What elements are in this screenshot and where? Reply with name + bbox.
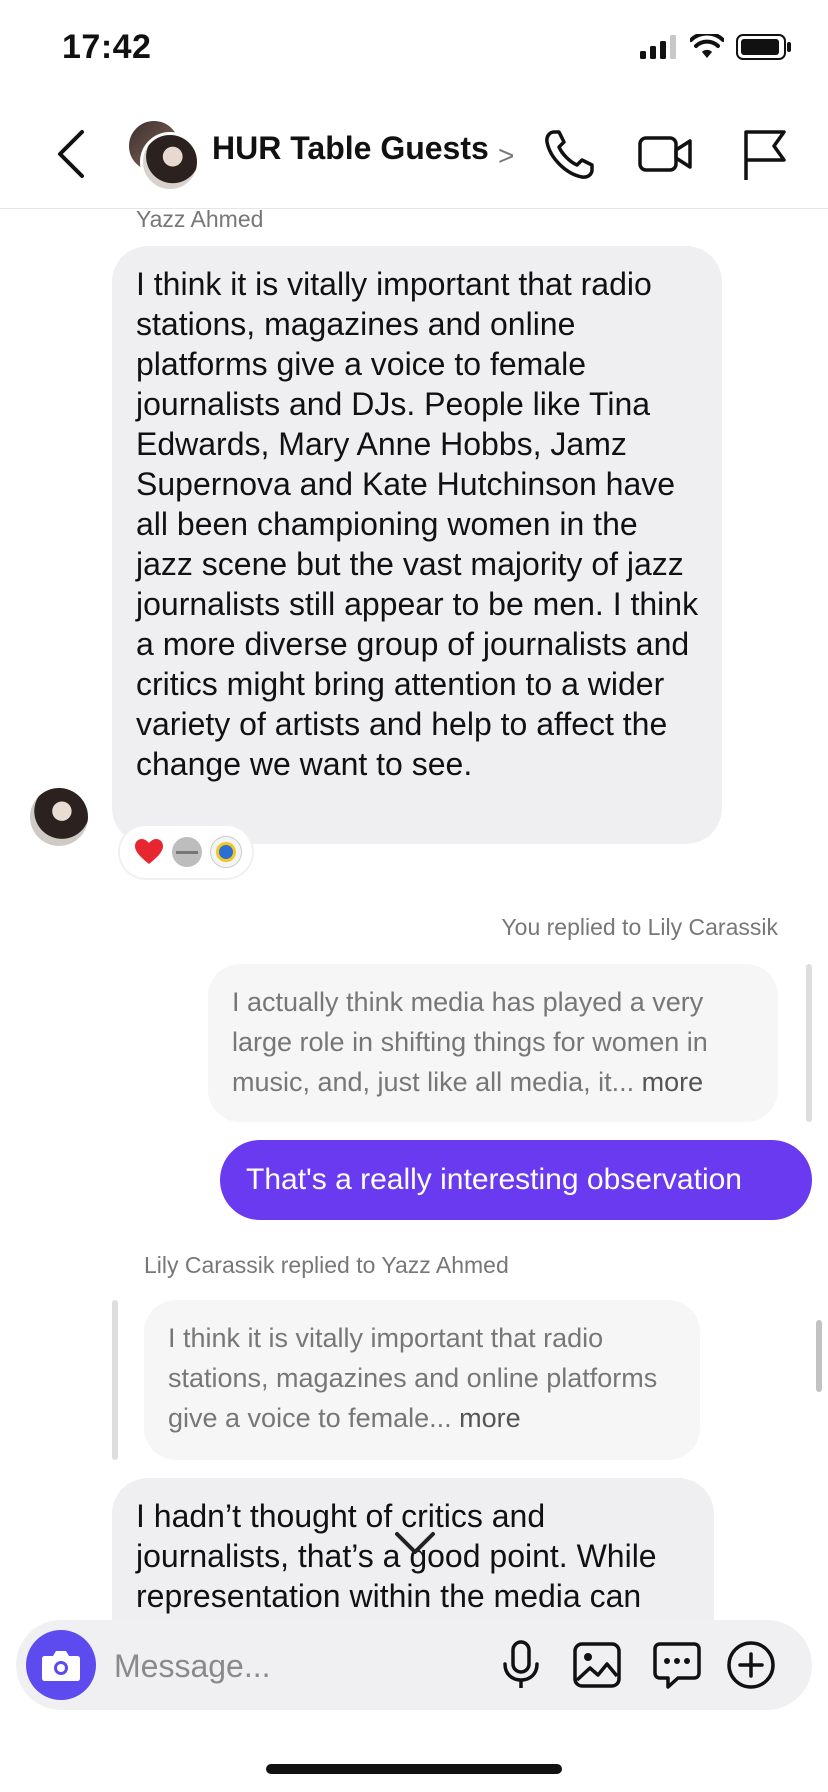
chat-header: HUR Table Guests >	[0, 100, 828, 209]
video-icon[interactable]	[636, 124, 696, 184]
message-composer	[16, 1620, 812, 1710]
logo-badge-reaction-icon	[210, 836, 242, 868]
title-chevron-icon[interactable]: >	[498, 140, 514, 172]
battery-icon	[736, 34, 791, 60]
home-indicator[interactable]	[266, 1764, 562, 1774]
more-link[interactable]: more	[459, 1403, 521, 1433]
quoted-message[interactable]: I actually think media has played a very…	[208, 964, 778, 1122]
signal-icon	[640, 35, 676, 59]
phone-icon[interactable]	[540, 124, 600, 184]
message-input[interactable]	[112, 1642, 456, 1690]
status-time: 17:42	[62, 28, 152, 66]
microphone-icon[interactable]	[494, 1638, 548, 1692]
more-link[interactable]: more	[642, 1067, 704, 1097]
gallery-icon[interactable]	[570, 1638, 624, 1692]
flag-icon[interactable]	[734, 124, 794, 184]
group-title[interactable]: HUR Table Guests	[212, 130, 489, 167]
incoming-message-bubble[interactable]: I think it is vitally important that rad…	[112, 246, 722, 844]
sender-name: Yazz Ahmed	[136, 206, 264, 232]
back-chevron-icon[interactable]	[52, 128, 92, 180]
wifi-icon	[690, 34, 724, 58]
avatar-2	[140, 132, 200, 192]
quoted-text: I actually think media has played a very…	[232, 987, 708, 1097]
plus-icon[interactable]	[724, 1638, 778, 1692]
camera-button[interactable]	[26, 1630, 96, 1700]
quoted-message[interactable]: I think it is vitally important that rad…	[144, 1300, 700, 1460]
avatar[interactable]	[30, 788, 88, 846]
heart-reaction-icon	[134, 837, 164, 867]
chat-bubble-icon[interactable]	[650, 1638, 704, 1692]
outgoing-message-bubble[interactable]: That's a really interesting observation	[220, 1140, 812, 1220]
quoted-text: I think it is vitally important that rad…	[168, 1323, 658, 1433]
reply-context-label: You replied to Lily Carassik	[501, 914, 778, 940]
quote-bar	[112, 1300, 118, 1460]
chevron-down-icon	[395, 1532, 435, 1554]
status-icons	[640, 34, 792, 60]
group-avatar[interactable]	[126, 118, 200, 192]
quote-bar	[806, 964, 812, 1122]
reply-context-label: Lily Carassik replied to Yazz Ahmed	[144, 1252, 509, 1278]
gray-disc-reaction-icon	[172, 837, 202, 867]
camera-icon	[42, 1651, 80, 1681]
scrollbar[interactable]	[816, 1320, 822, 1392]
scroll-to-bottom-button[interactable]	[380, 1516, 450, 1570]
reactions-bar[interactable]	[120, 826, 252, 878]
